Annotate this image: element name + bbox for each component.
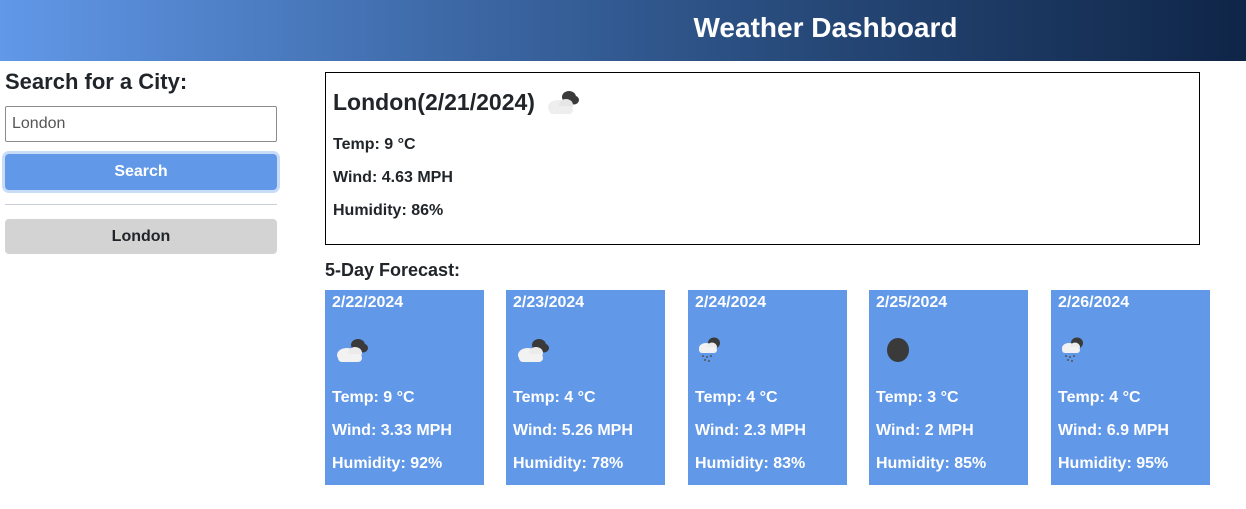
search-heading: Search for a City: (5, 69, 188, 94)
forecast-card: 2/24/2024 Temp: 4 °C Wind: 2.3 MPH Humid… (688, 290, 847, 485)
forecast-humidity: Humidity: 83% (695, 455, 806, 472)
forecast-card: 2/26/2024 Temp: 4 °C Wind: 6.9 MPH Humid… (1051, 290, 1210, 485)
forecast-date: 2/24/2024 (695, 294, 767, 311)
forecast-temp: Temp: 4 °C (1058, 389, 1141, 406)
partly-cloudy-icon (337, 339, 368, 362)
forecast-card: 2/25/2024 Temp: 3 °C Wind: 2 MPH Humidit… (869, 290, 1028, 485)
current-temp: Temp: 9 °C (333, 136, 416, 153)
forecast-temp: Temp: 9 °C (332, 389, 415, 406)
forecast-humidity: Humidity: 95% (1058, 455, 1169, 472)
page-title: Weather Dashboard (693, 12, 958, 43)
forecast-wind: Wind: 6.9 MPH (1058, 422, 1169, 439)
forecast-wind: Wind: 2 MPH (876, 422, 974, 439)
current-weather-title: London(2/21/2024) (333, 87, 1192, 117)
rain-cloud-icon (1062, 337, 1083, 362)
forecast-humidity: Humidity: 85% (876, 455, 987, 472)
current-city-date: London(2/21/2024) (333, 88, 535, 115)
current-weather-card: London(2/21/2024) Temp: 9 °C Wind: 4.63 … (325, 72, 1200, 245)
forecast-date: 2/26/2024 (1058, 294, 1130, 311)
forecast-date: 2/23/2024 (513, 294, 585, 311)
city-search-input[interactable] (5, 106, 277, 142)
forecast-wind: Wind: 2.3 MPH (695, 422, 806, 439)
rain-cloud-icon (699, 337, 720, 362)
forecast-temp: Temp: 3 °C (876, 389, 959, 406)
current-wind: Wind: 4.63 MPH (333, 169, 453, 186)
forecast-temp: Temp: 4 °C (695, 389, 778, 406)
search-button[interactable]: Search (5, 154, 277, 190)
header-bar: Weather Dashboard (0, 0, 1246, 61)
forecast-humidity: Humidity: 78% (513, 455, 624, 472)
forecast-card: 2/23/2024 Temp: 4 °C Wind: 5.26 MPH Humi… (506, 290, 665, 485)
sidebar-divider (5, 204, 277, 205)
partly-cloudy-icon (547, 91, 579, 114)
forecast-humidity: Humidity: 92% (332, 455, 443, 472)
forecast-wind: Wind: 5.26 MPH (513, 422, 633, 439)
history-button-london[interactable]: London (5, 219, 277, 254)
forecast-temp: Temp: 4 °C (513, 389, 596, 406)
sidebar: Search for a City: Search London (5, 61, 277, 254)
night-moon-icon (887, 338, 909, 362)
forecast-card: 2/22/2024 Temp: 9 °C Wind: 3.33 MPH Humi… (325, 290, 484, 485)
forecast-heading: 5-Day Forecast: (325, 260, 461, 280)
forecast-date: 2/22/2024 (332, 294, 404, 311)
partly-cloudy-icon (518, 339, 549, 362)
forecast-wind: Wind: 3.33 MPH (332, 422, 452, 439)
current-humidity: Humidity: 86% (333, 202, 444, 219)
forecast-date: 2/25/2024 (876, 294, 948, 311)
